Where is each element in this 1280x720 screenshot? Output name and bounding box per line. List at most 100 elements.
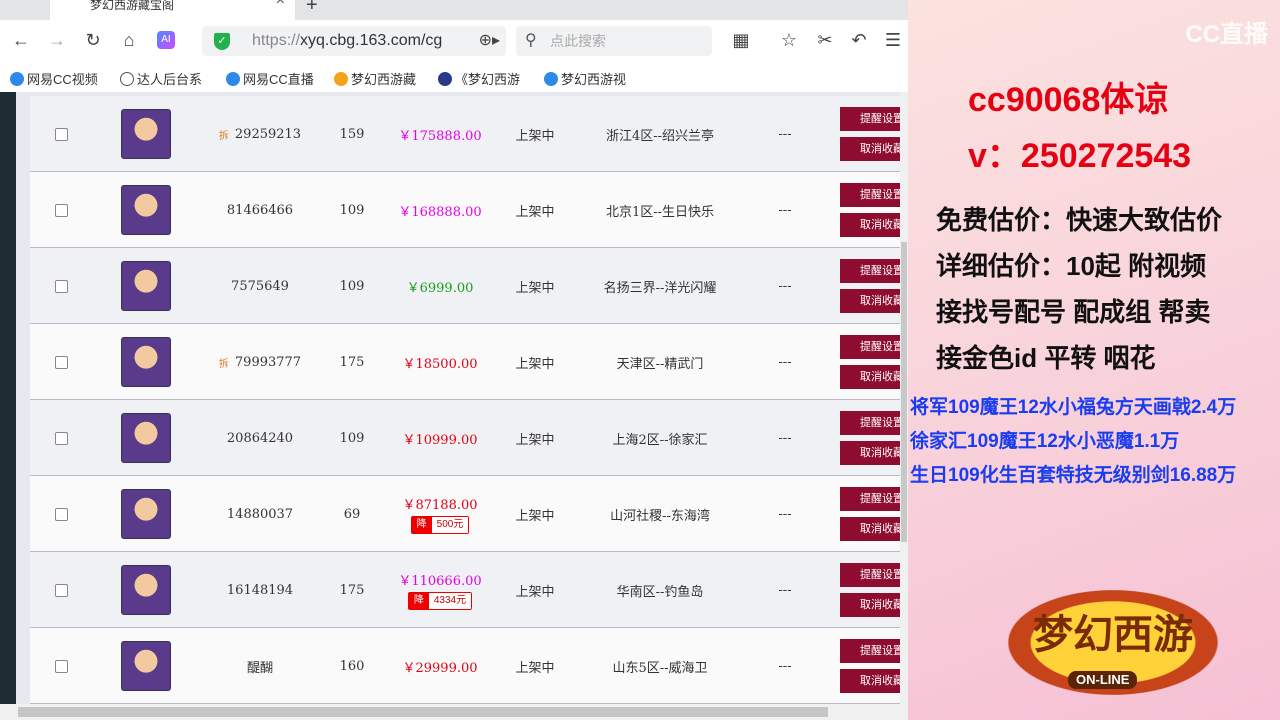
level: 109	[339, 202, 365, 218]
price: ￥6999.00	[406, 280, 474, 296]
extra-info: ---	[778, 278, 792, 294]
streamer-id: cc90068体谅	[968, 81, 1169, 119]
price-drop-badge: 降 500元	[410, 516, 470, 534]
row-checkbox[interactable]	[54, 507, 68, 521]
listing-status: 上架中	[515, 432, 555, 448]
price-drop-badge: 降 4334元	[407, 592, 473, 610]
bookmark[interactable]: 网易CC直播	[226, 69, 318, 88]
bookmark[interactable]: 梦幻西游藏	[334, 69, 426, 88]
cancel-favorite-button[interactable]: 取消收藏	[840, 669, 900, 693]
shield-icon: ✓	[214, 33, 230, 50]
vertical-scrollbar[interactable]	[900, 92, 908, 704]
menu-icon[interactable]: ☰	[882, 30, 904, 51]
remind-settings-button[interactable]: 提醒设置	[840, 563, 900, 587]
character-id: 16148194	[226, 582, 294, 598]
cc-icon	[226, 72, 240, 86]
extra-info: ---	[778, 582, 792, 598]
reload-icon[interactable]: ↻	[82, 30, 104, 51]
cc-live-logo: CC直播	[1185, 21, 1268, 48]
zoom-icon[interactable]: ⊕▸	[479, 26, 500, 56]
character-avatar[interactable]	[121, 185, 171, 235]
cancel-favorite-button[interactable]: 取消收藏	[840, 593, 900, 617]
search-placeholder: 点此搜索	[550, 33, 606, 49]
remind-settings-button[interactable]: 提醒设置	[840, 107, 900, 131]
apps-icon[interactable]: ▦	[730, 30, 752, 51]
remind-settings-button[interactable]: 提醒设置	[840, 335, 900, 359]
close-tab-icon[interactable]: ×	[276, 0, 285, 9]
cancel-favorite-button[interactable]: 取消收藏	[840, 441, 900, 465]
row-checkbox[interactable]	[54, 279, 68, 293]
search-box[interactable]: ⚲ 点此搜索	[516, 26, 712, 56]
server-name: 天津区--精武门	[616, 356, 704, 372]
listing-status: 上架中	[515, 356, 555, 372]
address-bar[interactable]: ✓ https://xyq.cbg.163.com/cg ⊕▸	[202, 26, 506, 56]
bookmark[interactable]: 达人后台系	[120, 69, 220, 88]
horizontal-scrollbar[interactable]	[0, 704, 908, 720]
character-avatar[interactable]	[121, 109, 171, 159]
row-checkbox[interactable]	[54, 659, 68, 673]
listing-status: 上架中	[515, 660, 555, 676]
cancel-favorite-button[interactable]: 取消收藏	[840, 137, 900, 161]
listing-status: 上架中	[515, 204, 555, 220]
character-id: 20864240	[226, 430, 294, 446]
character-id: 29259213	[234, 126, 302, 142]
listing-status: 上架中	[515, 280, 555, 296]
remind-settings-button[interactable]: 提醒设置	[840, 183, 900, 207]
character-avatar[interactable]	[121, 489, 171, 539]
nav-bar: ← → ↻ ⌂ AI ✓ https://xyq.cbg.163.com/cg ⊕▸…	[0, 22, 908, 60]
ai-icon[interactable]: AI	[157, 31, 175, 49]
home-icon[interactable]: ⌂	[118, 30, 140, 51]
character-avatar[interactable]	[121, 261, 171, 311]
row-checkbox[interactable]	[54, 355, 68, 369]
price: ￥29999.00	[402, 660, 478, 676]
forward-icon[interactable]: →	[46, 30, 68, 51]
new-tab-button[interactable]: +	[306, 0, 318, 17]
undo-icon[interactable]: ↶	[848, 30, 870, 51]
bookmark[interactable]: 《梦幻西游	[438, 69, 528, 88]
table-row: 20864240 109 ￥10999.00 上架中 上海2区--徐家汇 ---…	[30, 400, 900, 476]
level: 69	[343, 506, 361, 522]
bookmark[interactable]: 网易CC视频	[10, 69, 110, 88]
url-host: xyq.cbg.163.com/cg	[300, 32, 443, 49]
listing-status: 上架中	[515, 508, 555, 524]
remind-settings-button[interactable]: 提醒设置	[840, 487, 900, 511]
level: 109	[339, 430, 365, 446]
price: ￥18500.00	[402, 356, 478, 372]
character-avatar[interactable]	[121, 565, 171, 615]
service-line: 接找号配号 配成组 帮卖	[936, 297, 1211, 327]
extra-info: ---	[778, 430, 792, 446]
tab-title: 梦幻西游藏宝阁	[90, 0, 175, 12]
cancel-favorite-button[interactable]: 取消收藏	[840, 365, 900, 389]
table-row: 7575649 109 ￥6999.00 上架中 名扬三界--洋光闪耀 --- …	[30, 248, 900, 324]
level: 109	[339, 278, 365, 294]
tab-active[interactable]: 梦幻西游藏宝阁 ×	[50, 0, 295, 20]
favorites-icon[interactable]: ☆	[778, 30, 800, 51]
row-checkbox[interactable]	[54, 583, 68, 597]
bookmark[interactable]: 梦幻西游视	[544, 69, 644, 88]
server-name: 名扬三界--洋光闪耀	[603, 280, 717, 296]
row-checkbox[interactable]	[54, 431, 68, 445]
cancel-favorite-button[interactable]: 取消收藏	[840, 213, 900, 237]
deal-line: 生日109化生百套特技无级别剑16.88万	[910, 465, 1237, 486]
remind-settings-button[interactable]: 提醒设置	[840, 639, 900, 663]
back-icon[interactable]: ←	[10, 30, 32, 51]
character-avatar[interactable]	[121, 337, 171, 387]
remind-settings-button[interactable]: 提醒设置	[840, 259, 900, 283]
table-row: 14880037 69 ￥87188.00 降 500元 上架中 山河社稷--东海湾…	[30, 476, 900, 552]
row-checkbox[interactable]	[54, 127, 68, 141]
url-prefix: https://	[252, 32, 301, 49]
deal-line: 徐家汇109魔王12水小恶魔1.1万	[910, 431, 1180, 452]
scissors-icon[interactable]: ✂	[814, 30, 836, 51]
cancel-favorite-button[interactable]: 取消收藏	[840, 289, 900, 313]
extra-info: ---	[778, 354, 792, 370]
row-checkbox[interactable]	[54, 203, 68, 217]
price: ￥87188.00	[402, 498, 478, 513]
search-icon: ⚲	[525, 32, 537, 49]
favorites-table: 拆 29259213 159 ￥175888.00 上架中 浙江4区--绍兴兰亭 …	[16, 92, 900, 704]
cancel-favorite-button[interactable]: 取消收藏	[840, 517, 900, 541]
character-id: 81466466	[226, 202, 294, 218]
listing-status: 上架中	[515, 128, 555, 144]
remind-settings-button[interactable]: 提醒设置	[840, 411, 900, 435]
character-avatar[interactable]	[121, 641, 171, 691]
character-avatar[interactable]	[121, 413, 171, 463]
